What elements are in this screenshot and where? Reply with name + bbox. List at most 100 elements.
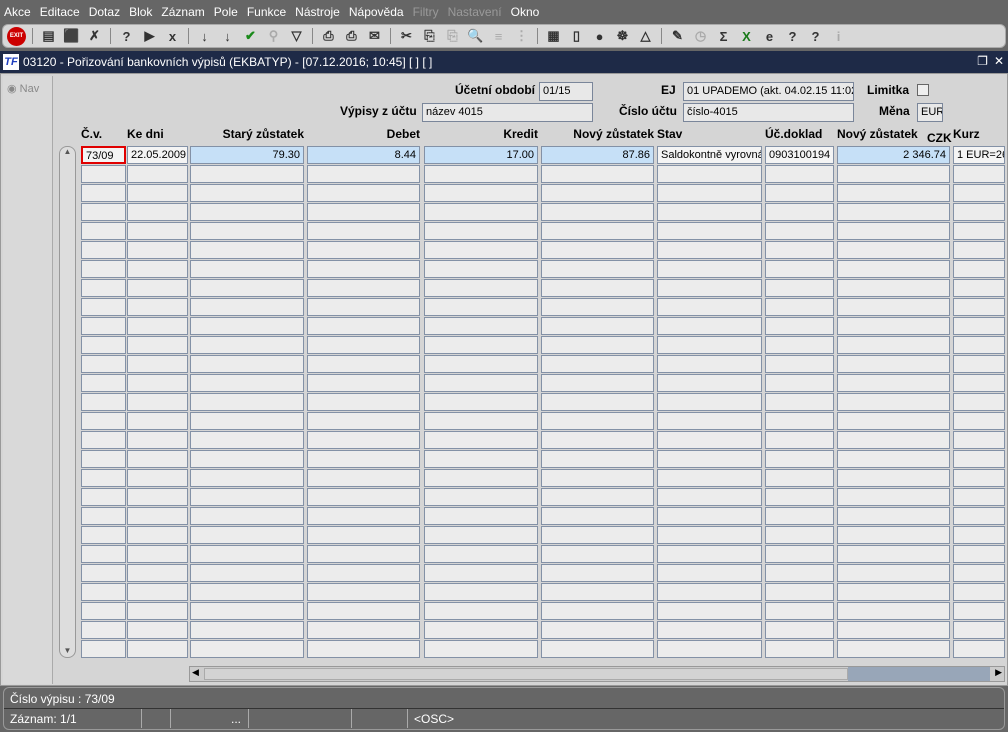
table-cell[interactable] (307, 640, 420, 658)
table-cell[interactable] (657, 336, 762, 354)
tree-icon[interactable]: ⋮ (512, 27, 531, 46)
table-cell[interactable] (81, 640, 126, 658)
table-cell[interactable] (837, 545, 950, 563)
table-cell[interactable] (953, 279, 1005, 297)
table-cell[interactable] (127, 602, 188, 620)
table-cell[interactable] (953, 298, 1005, 316)
checkmark-icon[interactable]: ✔ (241, 27, 260, 46)
list-icon[interactable]: ≡ (489, 27, 508, 46)
table-cell[interactable] (837, 412, 950, 430)
cut-icon[interactable]: ✂ (397, 27, 416, 46)
table-cell[interactable] (541, 184, 654, 202)
table-cell[interactable] (424, 260, 538, 278)
table-cell[interactable] (127, 203, 188, 221)
table-cell[interactable]: 2 346.74 (837, 146, 950, 164)
insert-record-icon[interactable]: ▤ (39, 27, 58, 46)
table-cell[interactable] (307, 279, 420, 297)
ie-icon[interactable]: e (760, 27, 779, 46)
table-cell[interactable] (765, 507, 834, 525)
table-cell[interactable] (657, 450, 762, 468)
table-cell[interactable] (307, 564, 420, 582)
table-cell[interactable] (837, 507, 950, 525)
table-cell[interactable] (765, 355, 834, 373)
table-cell[interactable] (541, 222, 654, 240)
table-cell[interactable]: Saldokontně vyrovná (657, 146, 762, 164)
scroll-right-icon[interactable]: ▶ (995, 667, 1002, 678)
table-cell[interactable]: 1 EUR=26 (953, 146, 1005, 164)
table-cell[interactable] (765, 412, 834, 430)
table-cell[interactable] (765, 469, 834, 487)
table-cell[interactable] (837, 222, 950, 240)
table-cell[interactable] (541, 260, 654, 278)
table-cell[interactable] (127, 393, 188, 411)
table-cell[interactable] (307, 412, 420, 430)
table-cell[interactable] (953, 583, 1005, 601)
table-cell[interactable] (307, 621, 420, 639)
print-setup-icon[interactable]: ⎙ (342, 27, 361, 46)
table-cell[interactable] (81, 184, 126, 202)
table-cell[interactable] (541, 279, 654, 297)
table-cell[interactable] (953, 469, 1005, 487)
table-cell[interactable] (657, 184, 762, 202)
table-cell[interactable] (657, 374, 762, 392)
table-cell[interactable] (765, 640, 834, 658)
table-cell[interactable] (307, 222, 420, 240)
table-cell[interactable] (953, 241, 1005, 259)
table-cell[interactable] (81, 450, 126, 468)
table-cell[interactable] (81, 222, 126, 240)
horizontal-scrollbar[interactable]: ◀ ▶ (189, 666, 1005, 682)
scroll-thumb[interactable] (204, 668, 848, 680)
table-cell[interactable] (127, 298, 188, 316)
table-cell[interactable] (765, 393, 834, 411)
table-cell[interactable] (541, 374, 654, 392)
table-cell[interactable] (307, 374, 420, 392)
table-cell[interactable] (837, 241, 950, 259)
table-cell[interactable] (190, 374, 304, 392)
warning-icon[interactable]: △ (636, 27, 655, 46)
table-cell[interactable] (765, 621, 834, 639)
table-cell[interactable] (541, 488, 654, 506)
clock-icon[interactable]: ◷ (691, 27, 710, 46)
table-cell[interactable] (953, 260, 1005, 278)
table-cell[interactable] (657, 564, 762, 582)
table-cell[interactable] (837, 374, 950, 392)
table-cell[interactable] (657, 241, 762, 259)
table-cell[interactable] (837, 165, 950, 183)
context-help-icon[interactable]: ? (806, 27, 825, 46)
table-cell[interactable] (307, 317, 420, 335)
table-cell[interactable]: 17.00 (424, 146, 538, 164)
table-cell[interactable] (307, 203, 420, 221)
table-cell[interactable] (657, 583, 762, 601)
table-cell[interactable]: 22.05.2009 (127, 146, 188, 164)
table-cell[interactable] (765, 488, 834, 506)
info-icon[interactable]: i (829, 27, 848, 46)
table-cell[interactable] (765, 184, 834, 202)
table-cell[interactable] (307, 545, 420, 563)
table-cell[interactable] (307, 165, 420, 183)
table-cell[interactable] (190, 450, 304, 468)
table-cell[interactable] (81, 317, 126, 335)
table-cell[interactable] (190, 564, 304, 582)
table-cell[interactable] (765, 602, 834, 620)
table-cell[interactable] (190, 336, 304, 354)
table-cell[interactable] (127, 222, 188, 240)
table-cell[interactable] (657, 431, 762, 449)
ship-wheel-icon[interactable]: ☸ (613, 27, 632, 46)
table-cell[interactable] (953, 374, 1005, 392)
table-cell[interactable] (424, 222, 538, 240)
table-cell[interactable] (190, 507, 304, 525)
table-cell[interactable] (424, 317, 538, 335)
table-cell[interactable] (424, 469, 538, 487)
query-icon[interactable]: ? (117, 27, 136, 46)
table-cell[interactable] (953, 450, 1005, 468)
copy-icon[interactable]: ⎘ (420, 27, 439, 46)
cancel-query-icon[interactable]: x (163, 27, 182, 46)
sort-asc-icon[interactable]: ↓ (195, 27, 214, 46)
table-cell[interactable] (190, 203, 304, 221)
table-cell[interactable] (541, 317, 654, 335)
restore-icon[interactable]: ❐ (977, 54, 988, 68)
table-cell[interactable] (424, 602, 538, 620)
menu-5[interactable]: Pole (214, 5, 238, 19)
table-cell[interactable]: 8.44 (307, 146, 420, 164)
table-cell[interactable] (953, 165, 1005, 183)
